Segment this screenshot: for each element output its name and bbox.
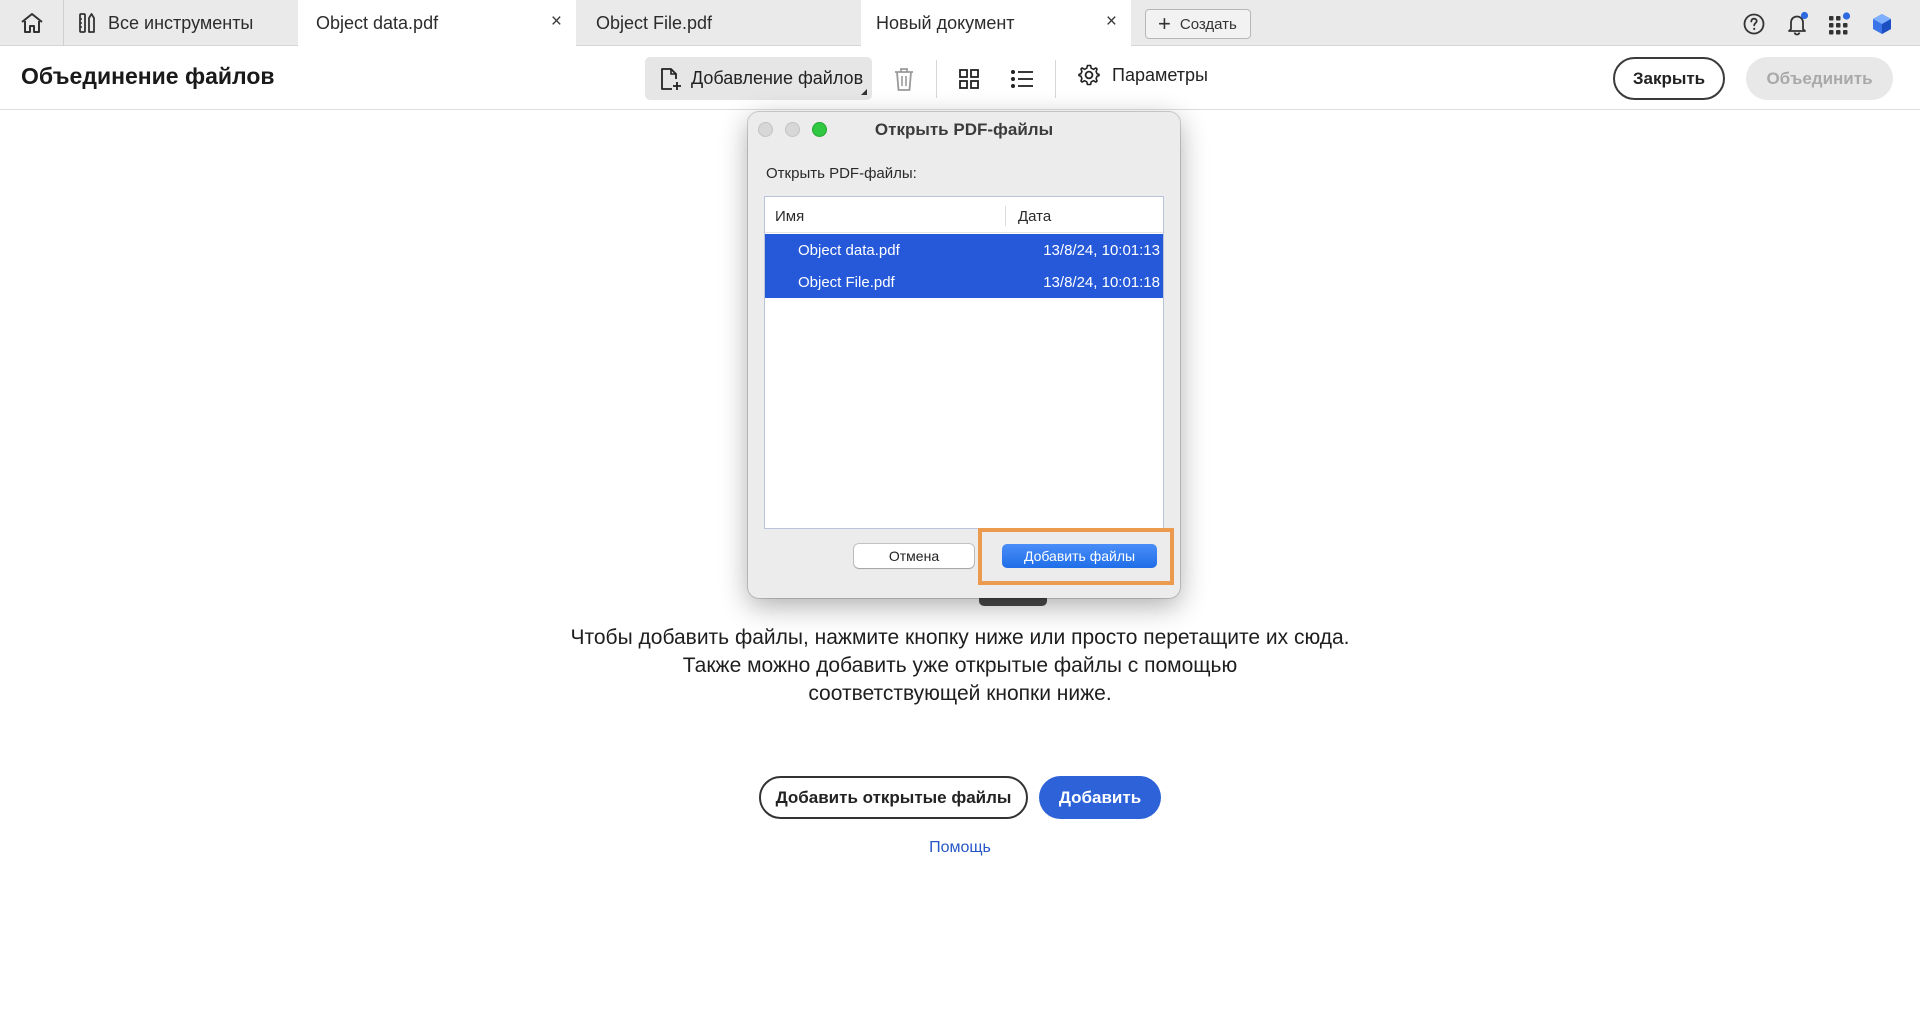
add-button[interactable]: Добавить <box>1039 776 1161 819</box>
create-button-label: Создать <box>1179 15 1237 33</box>
list-view-button[interactable] <box>1008 65 1036 93</box>
help-icon <box>1743 13 1765 35</box>
dialog-label: Открыть PDF-файлы: <box>766 165 917 182</box>
tab-bar: Все инструменты Object data.pdf × Object… <box>0 0 1920 46</box>
tab-object-data[interactable]: Object data.pdf × <box>298 0 576 46</box>
column-header-name[interactable]: Имя <box>775 208 804 225</box>
list-view-icon <box>1011 70 1033 88</box>
grid-view-icon <box>959 69 979 89</box>
layers-logo-icon <box>1873 14 1891 34</box>
highlight-box <box>978 528 1174 585</box>
add-files-button[interactable]: Добавление файлов <box>645 57 872 100</box>
drop-hint-line: Чтобы добавить файлы, нажмите кнопку ниж… <box>570 626 1350 649</box>
cloud-app-button[interactable] <box>1868 10 1896 38</box>
open-pdf-dialog: Открыть PDF-файлы Открыть PDF-файлы: Имя… <box>748 112 1180 598</box>
add-file-icon <box>659 67 681 91</box>
create-button[interactable]: + Создать <box>1145 9 1251 39</box>
page-title: Объединение файлов <box>21 63 275 89</box>
toolbar: Объединение файлов Добавление файлов Пар… <box>0 46 1920 110</box>
close-button[interactable]: Закрыть <box>1613 57 1725 100</box>
dropdown-corner-icon <box>861 89 867 95</box>
toolbar-divider <box>936 60 937 98</box>
tab-new-document-label: Новый документ <box>876 12 1015 33</box>
merge-button[interactable]: Объединить <box>1746 57 1893 100</box>
grid-view-button[interactable] <box>955 65 983 93</box>
dialog-title: Открыть PDF-файлы <box>874 120 1054 139</box>
file-date: 13/8/24, 10:01:13 <box>1043 242 1160 259</box>
tab-new-document[interactable]: Новый документ × <box>861 0 1131 46</box>
plus-icon: + <box>1158 11 1171 36</box>
drop-hint-line: Также можно добавить уже открытые файлы … <box>682 654 1238 677</box>
close-icon[interactable]: × <box>551 12 562 32</box>
bell-icon <box>1788 11 1809 36</box>
file-row[interactable]: Object data.pdf 13/8/24, 10:01:13 <box>765 234 1163 266</box>
close-icon[interactable]: × <box>1106 12 1117 32</box>
file-name: Object data.pdf <box>798 242 900 259</box>
file-list[interactable]: Имя Дата Object data.pdf 13/8/24, 10:01:… <box>764 196 1164 529</box>
tab-all-tools[interactable]: Все инструменты <box>64 0 296 46</box>
home-button[interactable] <box>0 0 64 46</box>
home-icon <box>20 13 43 33</box>
file-date: 13/8/24, 10:01:18 <box>1043 274 1160 291</box>
drop-hint: Чтобы добавить файлы, нажмите кнопку ниж… <box>520 624 1400 708</box>
column-header-date[interactable]: Дата <box>1018 208 1051 225</box>
tools-icon <box>78 12 96 34</box>
tab-object-data-label: Object data.pdf <box>316 12 439 33</box>
toolbar-divider <box>1055 60 1056 98</box>
gear-icon <box>1077 63 1101 87</box>
add-files-button-label: Добавление файлов <box>691 68 864 88</box>
delete-button[interactable] <box>890 65 918 93</box>
file-name: Object File.pdf <box>798 274 895 291</box>
drop-hint-line: соответствующей кнопки ниже. <box>808 682 1112 705</box>
trash-icon <box>895 68 913 91</box>
tab-all-tools-label: Все инструменты <box>108 12 254 33</box>
add-open-files-button[interactable]: Добавить открытые файлы <box>759 776 1028 819</box>
apps-grid-icon <box>1829 12 1851 35</box>
tab-object-file-label: Object File.pdf <box>596 12 713 33</box>
file-list-header: Имя Дата <box>765 197 1163 233</box>
tab-object-file[interactable]: Object File.pdf <box>580 0 858 46</box>
column-divider <box>1005 206 1006 226</box>
file-row[interactable]: Object File.pdf 13/8/24, 10:01:18 <box>765 266 1163 298</box>
cancel-button[interactable]: Отмена <box>854 544 974 568</box>
notifications-button[interactable] <box>1783 10 1811 38</box>
parameters-button-label: Параметры <box>1112 64 1208 85</box>
help-link[interactable]: Помощь <box>900 839 1020 857</box>
parameters-button[interactable]: Параметры <box>1077 63 1208 87</box>
apps-button[interactable] <box>1825 10 1853 38</box>
help-button[interactable] <box>1740 10 1768 38</box>
